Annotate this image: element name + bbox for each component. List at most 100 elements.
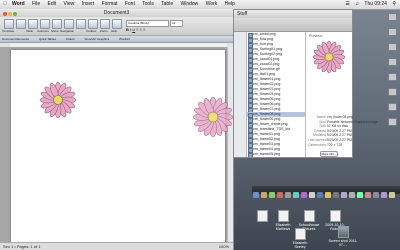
file-name: cm_flow.png (253, 37, 273, 41)
dock-app-icon[interactable] (277, 192, 283, 198)
file-name: cm_frame02.png (253, 137, 280, 141)
file-name: cm_flower08.png (253, 112, 281, 116)
desktop-file[interactable] (253, 210, 271, 223)
help-icon[interactable] (112, 19, 122, 29)
tab-wordart[interactable]: WordArt (119, 37, 130, 41)
info-value: 5/23/09 2:27 PM (327, 137, 352, 142)
tab-smartart[interactable]: SmartArt Graphics (85, 37, 110, 41)
wifi-icon[interactable]: ☰ (345, 1, 349, 7)
media-gallery-icon[interactable] (76, 19, 86, 29)
desktop-drive-icon-2[interactable] (388, 28, 397, 36)
dock-app-icon[interactable] (389, 192, 395, 198)
menu-work[interactable]: Work (206, 1, 218, 7)
toolbar-label-template: Template (2, 29, 15, 33)
desktop-file[interactable]: Screen shot 2011-07-... (328, 226, 358, 247)
dock-app-icon[interactable] (373, 192, 379, 198)
document-area (0, 47, 233, 245)
menu-help[interactable]: Help (225, 1, 235, 7)
menu-list: Word File Edit View Insert Format Font T… (12, 0, 241, 9)
new-doc-icon[interactable] (4, 19, 14, 29)
menu-app-word[interactable]: Word (12, 1, 25, 7)
dock-app-icon[interactable] (269, 192, 275, 198)
menu-edit[interactable]: Edit (48, 1, 57, 7)
document-page[interactable] (11, 50, 225, 245)
dock-app-icon[interactable] (381, 192, 387, 198)
format-buttons: B I U ≡ ≡ ≡ (126, 27, 146, 32)
toolbar-label-columns: Columns (37, 29, 49, 33)
show-icon[interactable] (52, 19, 62, 29)
toolbox-icon[interactable] (88, 19, 98, 29)
file-name: cm_frame03.png (253, 142, 280, 146)
desktop-folder-icon-2[interactable] (388, 58, 397, 66)
finder-titlebar[interactable]: Stuff (234, 10, 352, 18)
underline-button[interactable]: U (132, 27, 135, 32)
file-name: cm_frame05.png (253, 152, 280, 156)
dock-app-icon[interactable] (301, 192, 307, 198)
font-size-field[interactable]: 12 (170, 20, 183, 27)
status-zoom[interactable]: 100% (219, 243, 229, 250)
dock-app-icon[interactable] (309, 192, 315, 198)
desktop-drive-icon[interactable] (388, 13, 397, 21)
align-icons[interactable]: ≡ ≡ ≡ (136, 27, 145, 32)
menu-file[interactable]: File (32, 1, 40, 7)
file-name: cm_flower_frame.png (253, 122, 288, 126)
flower-image-in-document[interactable] (36, 78, 80, 122)
menu-table[interactable]: Table (161, 1, 173, 7)
dock-app-icon[interactable] (285, 192, 291, 198)
dock-app-icon[interactable] (317, 192, 323, 198)
menu-view[interactable]: View (64, 1, 75, 7)
dock-app-icon[interactable] (261, 192, 267, 198)
dock-app-icon[interactable] (333, 192, 339, 198)
minimize-icon[interactable] (8, 12, 12, 16)
menu-insert[interactable]: Insert (82, 1, 95, 7)
menu-window[interactable]: Window (181, 1, 199, 7)
bold-button[interactable]: B (126, 27, 129, 32)
tab-document-elements[interactable]: Document Elements (2, 37, 29, 41)
gallery-icon[interactable] (16, 19, 26, 29)
italic-button[interactable]: I (130, 27, 131, 32)
desktop-folder-icon[interactable] (388, 43, 397, 51)
columns-icon[interactable] (40, 19, 50, 29)
desktop-folder-icon-6[interactable] (388, 118, 397, 126)
menu-format[interactable]: Format (102, 1, 118, 7)
info-value: Portable Network Graphics image (327, 119, 378, 124)
desktop-file[interactable]: Elizabeth Seeley (288, 228, 312, 249)
spotlight-icon[interactable]: ⚲ (392, 1, 396, 7)
table-icon[interactable] (28, 19, 38, 29)
tab-charts[interactable]: Charts (66, 37, 75, 41)
dock-app-icon[interactable] (325, 192, 331, 198)
dock-app-icon[interactable] (357, 192, 363, 198)
tab-quick-tables[interactable]: Quick Tables (39, 37, 56, 41)
font-name-field[interactable]: Cambria (Body) (126, 20, 169, 27)
file-name: cm_flower09.png (253, 117, 281, 121)
finder-toolbar (234, 18, 352, 32)
desktop-folder-icon-3[interactable] (388, 73, 397, 81)
zoom-tool-icon[interactable] (100, 19, 110, 29)
finder-sidebar[interactable] (234, 32, 247, 157)
navigation-icon[interactable] (64, 19, 74, 29)
volume-icon[interactable]: ♫ (355, 1, 359, 7)
close-icon[interactable] (3, 12, 7, 16)
dragged-flower-image[interactable] (188, 92, 238, 142)
clock[interactable]: Thu 09:24 (364, 1, 387, 7)
dock-app-icon[interactable] (349, 192, 355, 198)
finder-file-list: cm_ambit.png cm_flow.png cm_hurr.png cm_Sur… (247, 32, 306, 157)
dock-app-icon[interactable] (253, 192, 259, 198)
desktop-folder-icon-5[interactable] (388, 103, 397, 111)
menu-tools[interactable]: Tools (142, 1, 154, 7)
dock-app-icon[interactable] (341, 192, 347, 198)
preview-flower-image (312, 40, 346, 74)
file-name: cm_flower06.png (253, 102, 281, 106)
dock-app-icon[interactable] (293, 192, 299, 198)
info-value: 720 × 720 (327, 142, 343, 147)
toolbar-label-navigation: Navigation (60, 29, 75, 33)
dock-app-icon[interactable] (365, 192, 371, 198)
more-info-button[interactable]: More info... (320, 151, 338, 157)
zoom-icon[interactable] (13, 12, 17, 16)
word-titlebar[interactable]: Document3 (0, 9, 233, 17)
toolbar-label-table: Table (26, 29, 34, 33)
desktop-folder-icon-4[interactable] (388, 88, 397, 96)
menu-font[interactable]: Font (125, 1, 135, 7)
apple-icon[interactable]:  (3, 0, 7, 9)
word-title: Document3 (103, 10, 130, 16)
